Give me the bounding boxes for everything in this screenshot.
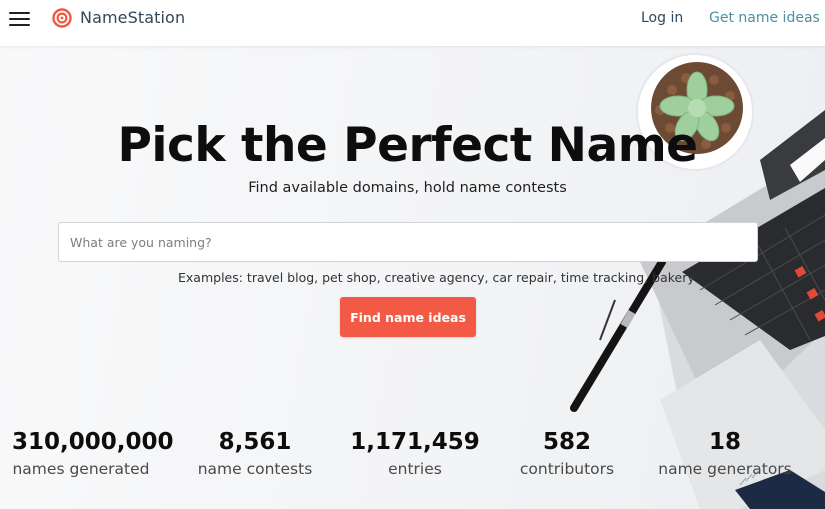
stat-label: contributors bbox=[519, 460, 615, 478]
target-logo-icon[interactable] bbox=[52, 8, 72, 28]
find-name-ideas-button[interactable]: Find name ideas bbox=[340, 297, 476, 337]
stat-names-generated: 310,000,000 names generated bbox=[12, 428, 174, 479]
brand-name[interactable]: NameStation bbox=[80, 8, 185, 27]
hamburger-menu-icon[interactable] bbox=[9, 11, 30, 27]
stat-value: 18 bbox=[708, 429, 741, 455]
stat-label: names generated bbox=[12, 460, 150, 478]
stat-value: 310,000,000 bbox=[12, 429, 174, 455]
login-link[interactable]: Log in bbox=[641, 10, 683, 26]
search-box bbox=[58, 222, 758, 262]
stat-value: 582 bbox=[542, 429, 591, 455]
stat-name-contests: 8,561 name contests bbox=[190, 428, 320, 479]
stat-value: 8,561 bbox=[218, 429, 292, 455]
stat-name-generators: 18 name generators bbox=[655, 428, 795, 479]
stat-entries: 1,171,459 entries bbox=[350, 428, 480, 479]
top-navbar: NameStation Log in Get name ideas bbox=[0, 0, 825, 46]
stat-label: name contests bbox=[197, 460, 313, 478]
hero-title: Pick the Perfect Name bbox=[117, 118, 698, 173]
stat-label: name generators bbox=[658, 460, 792, 478]
hero-subtitle: Find available domains, hold name contes… bbox=[248, 180, 567, 196]
stat-value: 1,171,459 bbox=[350, 429, 480, 455]
search-input[interactable] bbox=[59, 223, 757, 261]
examples-text: Examples: travel blog, pet shop, creativ… bbox=[178, 270, 695, 285]
stat-label: entries bbox=[388, 460, 442, 478]
get-name-ideas-link[interactable]: Get name ideas bbox=[709, 10, 820, 26]
stat-contributors: 582 contributors bbox=[512, 428, 622, 479]
